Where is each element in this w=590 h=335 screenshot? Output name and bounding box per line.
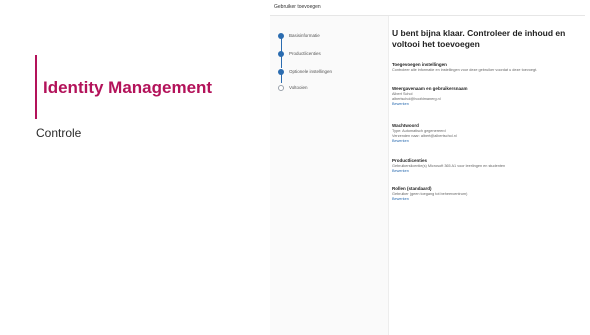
section-toegevoegen-instellingen: Toegevoegen instellingen Controleer alle… [392,62,588,73]
slide-subtitle: Controle [36,126,82,140]
slide: Identity Management Controle Gebruiker t… [0,0,590,335]
section-weergavenaam: Weergavenaam en gebruikersnaam Albert Sc… [392,86,588,107]
step-label: Basisinformatie [289,33,320,38]
accent-bar [35,55,37,119]
step-complete-icon [278,33,284,39]
wizard-header: Gebruiker toevoegen [270,0,590,16]
step-label: Optionele instellingen [289,69,333,74]
step-pending-icon [278,85,284,91]
step-complete-icon [278,69,284,75]
edit-password-link[interactable]: Bewerken [392,139,588,144]
wizard-header-title: Gebruiker toevoegen [274,4,321,10]
edit-name-link[interactable]: Bewerken [392,102,588,107]
section-text: Controleer alle informatie en instelling… [392,68,538,72]
step-label: Voltooien [289,85,308,90]
wizard-steps: Basisinformatie Productlicenties Optione… [278,24,378,324]
embedded-screenshot: Gebruiker toevoegen Basisinformatie Prod… [270,0,590,335]
edit-licenses-link[interactable]: Bewerken [392,169,588,174]
edit-roles-link[interactable]: Bewerken [392,197,588,202]
section-wachtwoord: Wachtwoord Type: Automatisch gegenereerd… [392,123,588,144]
slide-title: Identity Management [43,78,213,97]
title-panel: Identity Management Controle [0,0,260,335]
step-complete-icon [278,51,284,57]
review-content: U bent bijna klaar. Controleer de inhoud… [388,16,590,335]
step-label: Productlicenties [289,51,321,56]
section-rollen: Rollen (standaard) Gebruiker (geen toega… [392,186,588,202]
section-productlicenties: Productlicenties Gebruikerslicentie(s) M… [392,158,588,174]
slide-edge [585,0,590,335]
review-title: U bent bijna klaar. Controleer de inhoud… [392,28,566,49]
